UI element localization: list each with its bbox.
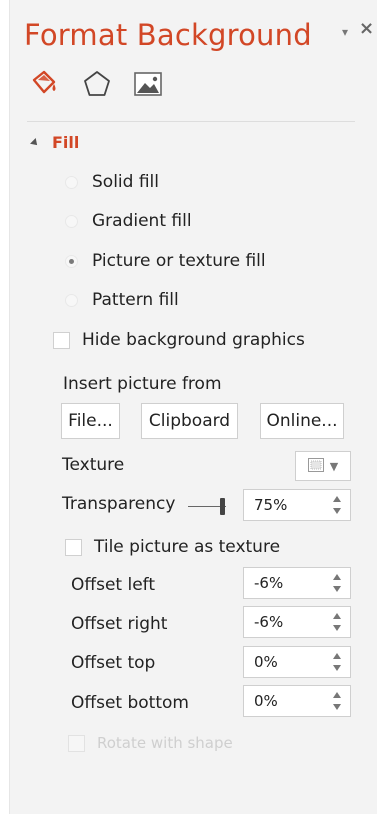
paint-bucket-icon [28,68,60,104]
gradient-fill-label: Gradient fill [92,211,192,231]
picture-texture-fill-label: Picture or texture fill [92,251,266,271]
pattern-fill-option[interactable]: Pattern fill [65,290,179,310]
hide-background-graphics-option[interactable]: Hide background graphics [53,330,305,350]
spin-up-icon[interactable] [333,613,341,619]
picture-icon [131,68,165,104]
tile-picture-checkbox[interactable] [65,538,82,556]
slider-thumb[interactable] [220,498,225,515]
pattern-fill-radio[interactable] [65,293,78,307]
texture-dropdown[interactable]: ▼ [295,451,351,481]
offset-bottom-spinner[interactable]: 0% [243,685,351,717]
spin-down-icon[interactable] [333,508,341,514]
transparency-slider[interactable] [188,497,228,517]
spin-down-icon[interactable] [333,665,341,671]
hide-background-graphics-label: Hide background graphics [82,330,305,350]
solid-fill-label: Solid fill [92,172,159,192]
offset-bottom-label: Offset bottom [71,693,189,713]
spin-down-icon[interactable] [333,586,341,592]
transparency-label: Transparency [62,494,176,514]
offset-top-spinner[interactable]: 0% [243,646,351,678]
pattern-fill-label: Pattern fill [92,290,179,310]
transparency-spinner[interactable]: 75% [243,489,351,521]
rotate-with-shape-checkbox [68,734,85,752]
spinner-arrows[interactable] [333,573,341,593]
gradient-fill-radio[interactable] [65,214,78,228]
transparency-value[interactable]: 75% [254,496,287,514]
rotate-with-shape-option: Rotate with shape [68,734,233,752]
clipboard-button[interactable]: Clipboard [141,403,238,439]
rotate-with-shape-label: Rotate with shape [97,734,233,752]
chevron-down-icon: ▼ [329,459,339,473]
offset-top-label: Offset top [71,653,156,673]
spinner-arrows[interactable] [333,652,341,672]
online-button[interactable]: Online... [260,403,344,439]
format-background-pane: Format Background ▾ × Fill Solid fill Gr… [9,0,377,814]
spin-down-icon[interactable] [333,704,341,710]
pentagon-icon [81,68,113,104]
spinner-arrows[interactable] [333,612,341,632]
texture-swatch-icon [307,457,324,476]
tabs-divider [27,121,355,122]
close-button[interactable]: × [359,18,374,39]
offset-bottom-value[interactable]: 0% [254,692,278,710]
hide-background-graphics-checkbox[interactable] [53,331,70,349]
offset-top-value[interactable]: 0% [254,653,278,671]
spinner-arrows[interactable] [333,495,341,515]
spin-up-icon[interactable] [333,653,341,659]
spinner-arrows[interactable] [333,691,341,711]
fill-section-label: Fill [52,133,80,152]
fill-tab[interactable] [27,69,61,103]
solid-fill-radio[interactable] [65,175,78,189]
picture-texture-fill-option[interactable]: Picture or texture fill [65,251,266,271]
solid-fill-option[interactable]: Solid fill [65,172,159,192]
insert-picture-from-label: Insert picture from [63,374,222,394]
texture-label: Texture [62,455,125,475]
offset-left-label: Offset left [71,575,156,595]
tile-picture-option[interactable]: Tile picture as texture [65,537,280,557]
file-button[interactable]: File... [61,403,120,439]
fill-section-header[interactable]: Fill [30,133,80,152]
picture-texture-fill-radio[interactable] [65,254,78,268]
spin-up-icon[interactable] [333,574,341,580]
offset-right-spinner[interactable]: -6% [243,606,351,638]
offset-left-value[interactable]: -6% [254,574,283,592]
pane-options-button[interactable]: ▾ [342,25,348,39]
offset-left-spinner[interactable]: -6% [243,567,351,599]
spin-up-icon[interactable] [333,496,341,502]
collapse-arrow-icon [30,137,40,148]
spin-up-icon[interactable] [333,692,341,698]
gradient-fill-option[interactable]: Gradient fill [65,211,192,231]
offset-right-label: Offset right [71,614,168,634]
pane-title: Format Background [24,18,312,52]
offset-right-value[interactable]: -6% [254,613,283,631]
effects-tab[interactable] [80,69,114,103]
spin-down-icon[interactable] [333,625,341,631]
tile-picture-label: Tile picture as texture [94,537,281,557]
picture-tab[interactable] [131,69,165,103]
